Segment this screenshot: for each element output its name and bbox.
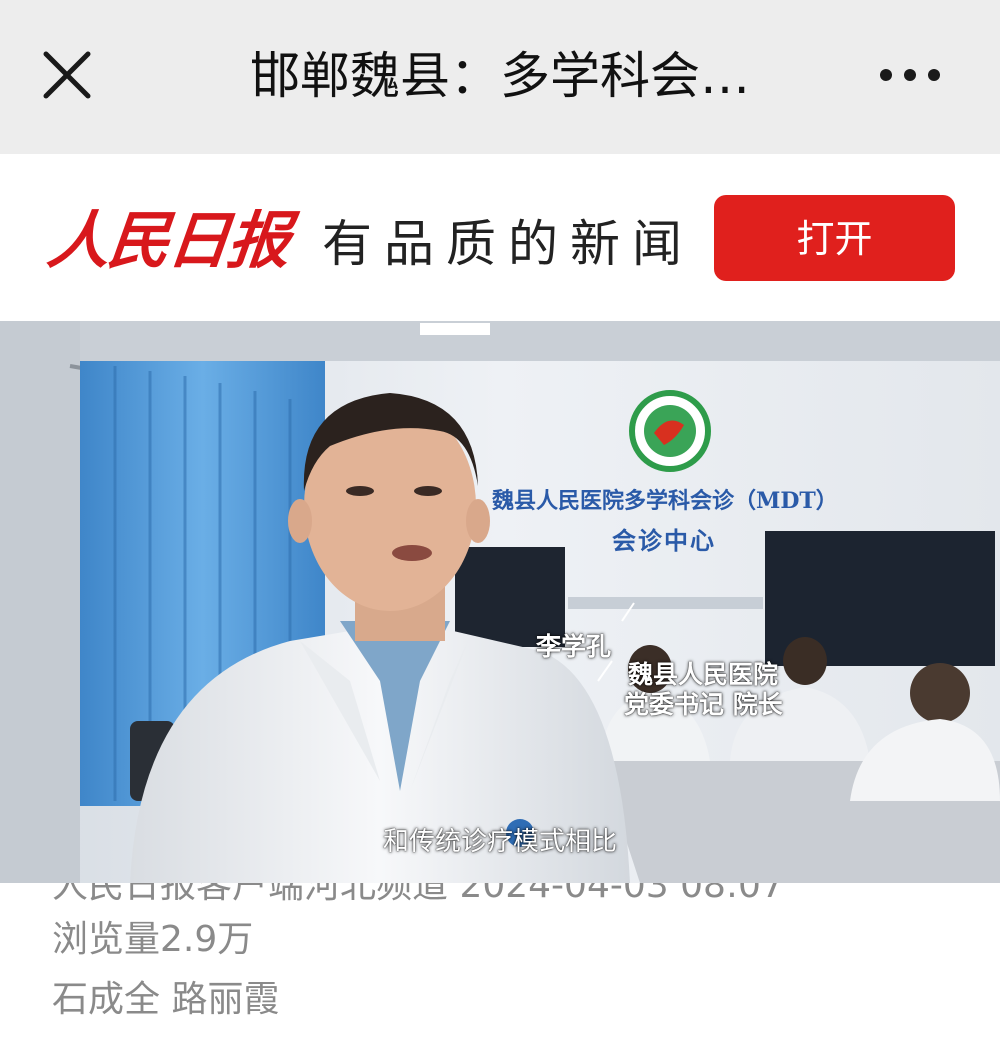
more-icon[interactable] xyxy=(878,62,942,88)
brand-logo: 人民日报 xyxy=(44,204,292,277)
speaker-role-caption: 党委书记 院长 xyxy=(624,690,783,719)
banner-slogan: 有品质的新闻 xyxy=(322,215,694,273)
page-title: 邯郸魏县：多学科会… xyxy=(250,47,750,105)
app-promo-banner: 人民日报 有品质的新闻 打开 xyxy=(0,154,1000,321)
wall-sign-subtitle: 会诊中心 xyxy=(612,526,716,555)
close-icon[interactable] xyxy=(38,46,96,104)
top-nav-bar: 邯郸魏县：多学科会… xyxy=(0,0,1000,154)
video-subtitle: 和传统诊疗模式相比 xyxy=(382,827,617,857)
video-player[interactable]: 魏县人民医院多学科会诊（MDT） 会诊中心 李学孔 魏县人民医院 党委书记 院长… xyxy=(0,321,1000,883)
open-app-button[interactable]: 打开 xyxy=(714,195,955,281)
view-count: 浏览量2.9万 xyxy=(52,919,254,960)
article-authors: 石成全 路丽霞 xyxy=(52,979,280,1020)
wall-sign-title: 魏县人民医院多学科会诊（MDT） xyxy=(492,488,838,514)
video-frame-image xyxy=(0,321,1000,883)
speaker-name-caption: 李学孔 xyxy=(536,632,612,661)
